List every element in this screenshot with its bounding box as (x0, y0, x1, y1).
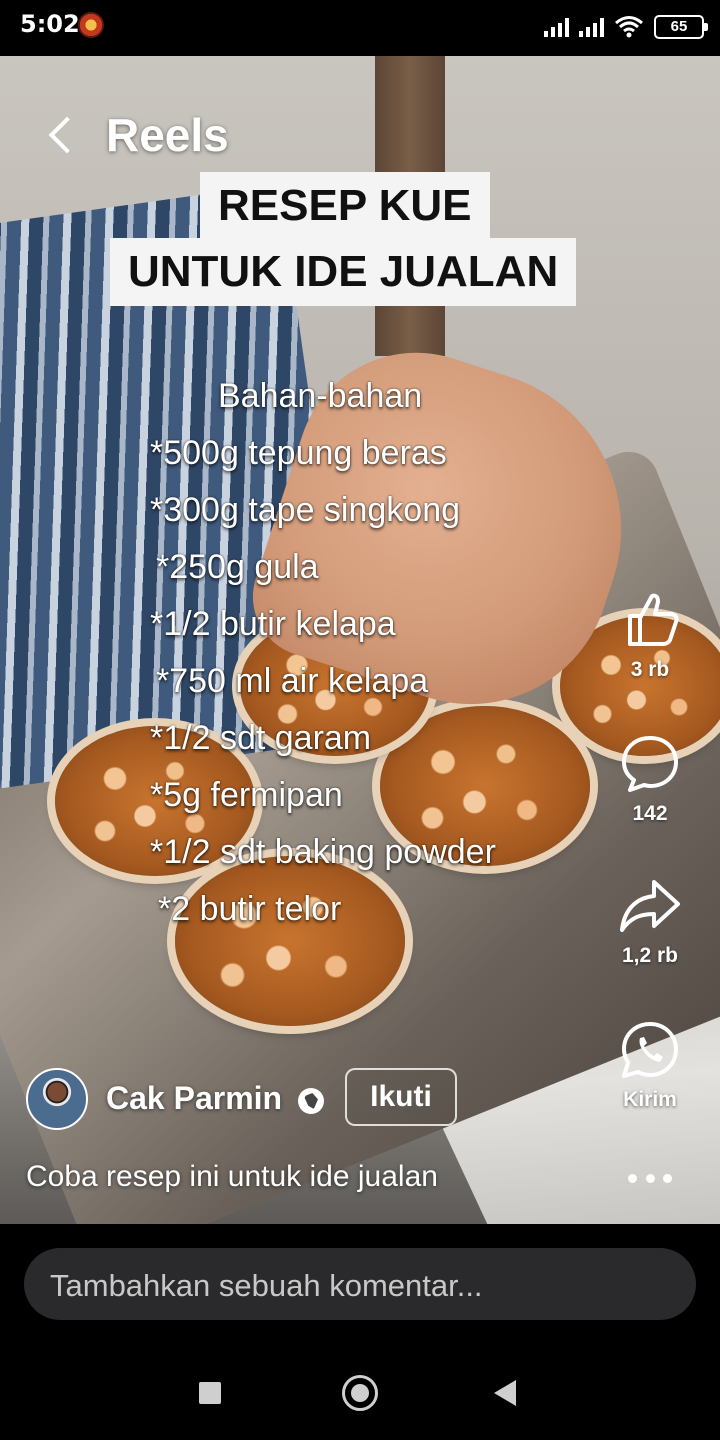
app-notification-icon (78, 12, 104, 38)
share-arrow-icon (620, 880, 680, 932)
back-button[interactable] (44, 110, 80, 160)
triangle-back-icon[interactable] (494, 1380, 516, 1406)
caption-line-2: UNTUK IDE JUALAN (110, 238, 577, 306)
page-title: Reels (106, 109, 229, 161)
wifi-icon (614, 15, 644, 39)
ingredient-item: *1/2 sdt baking powder (150, 833, 496, 871)
signal-icon (579, 17, 604, 37)
ingredient-item: *1/2 butir kelapa (150, 605, 396, 643)
ingredient-item: *250g gula (156, 548, 319, 586)
share-button[interactable]: 1,2 rb (610, 874, 690, 968)
ingredient-item: *2 butir telor (158, 890, 342, 928)
like-button[interactable]: 3 rb (610, 588, 690, 682)
ingredient-item: *300g tape singkong (150, 491, 461, 529)
follow-button[interactable]: Ikuti (345, 1068, 457, 1126)
share-count: 1,2 rb (621, 944, 679, 967)
avatar[interactable] (26, 1068, 88, 1130)
send-label: Kirim (623, 1088, 677, 1111)
status-bar: 5:02 65 (0, 0, 720, 56)
whatsapp-icon (622, 1022, 678, 1078)
status-time: 5:02 (20, 10, 80, 38)
thumbs-up-icon (628, 593, 679, 646)
battery-level: 65 (670, 18, 688, 35)
ingredient-item: *750 ml air kelapa (156, 662, 429, 700)
comment-input[interactable]: Tambahkan sebuah komentar... (24, 1248, 696, 1320)
square-icon[interactable] (199, 1382, 221, 1404)
ingredient-item: *5g fermipan (150, 776, 343, 814)
comment-count: 142 (632, 802, 668, 825)
status-icons: 65 (544, 12, 708, 42)
recipe-overlay: Bahan-bahan *500g tepung beras *300g tap… (150, 368, 496, 938)
recipe-header: Bahan-bahan (218, 377, 423, 415)
comment-bubble-icon (622, 736, 678, 792)
like-count: 3 rb (630, 658, 670, 681)
circle-home-icon[interactable] (342, 1375, 378, 1411)
signal-icon (544, 17, 569, 37)
more-horizontal-icon[interactable] (628, 1170, 672, 1186)
caption-line-1: RESEP KUE (200, 172, 490, 240)
comment-bar: Tambahkan sebuah komentar... (0, 1224, 720, 1344)
battery-icon: 65 (654, 15, 708, 39)
reel-description[interactable]: Coba resep ini untuk ide jualan (26, 1160, 438, 1194)
globe-icon (298, 1088, 324, 1114)
send-whatsapp-button[interactable]: Kirim (610, 1018, 690, 1112)
author-name[interactable]: Cak Parmin (106, 1080, 282, 1117)
system-nav-bar (0, 1344, 720, 1440)
comment-button[interactable]: 142 (610, 732, 690, 826)
comment-placeholder: Tambahkan sebuah komentar... (50, 1268, 483, 1303)
ingredient-item: *1/2 sdt garam (150, 719, 372, 757)
ingredient-item: *500g tepung beras (150, 434, 447, 472)
